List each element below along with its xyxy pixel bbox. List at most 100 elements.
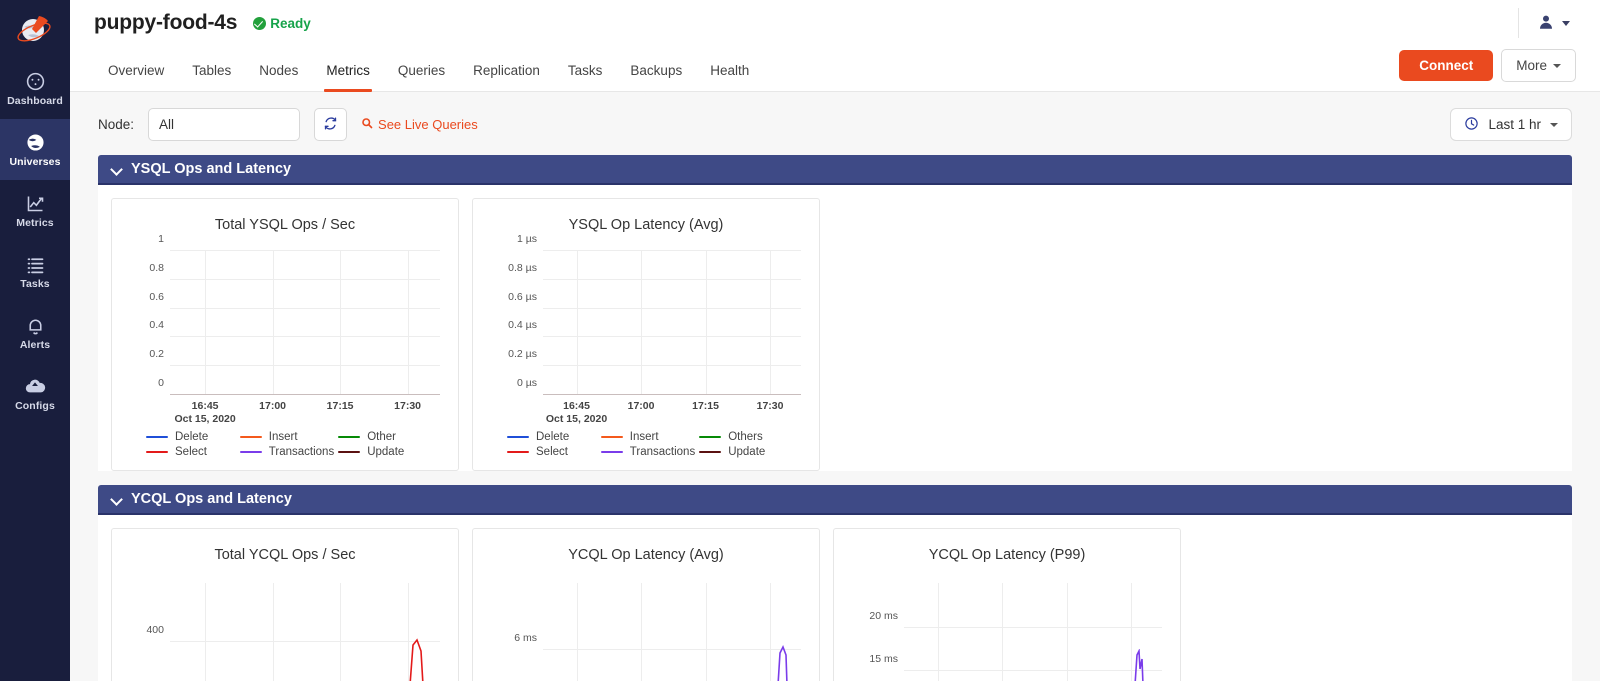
see-live-queries-link[interactable]: See Live Queries [361, 117, 478, 132]
user-avatar-icon [1537, 13, 1555, 34]
y-tick: 400 [146, 624, 164, 637]
sidebar-item-metrics[interactable]: Metrics [0, 180, 70, 241]
x-axis-line [543, 394, 801, 395]
sidebar-item-label: Metrics [16, 216, 54, 229]
sidebar-item-universes[interactable]: Universes [0, 119, 70, 180]
section-header-ysql[interactable]: YSQL Ops and Latency [98, 155, 1572, 185]
series-line-select [777, 645, 788, 681]
status-badge: Ready [253, 16, 311, 31]
cloud-upload-icon [24, 375, 46, 397]
legend-item-others[interactable]: Others [699, 431, 789, 443]
legend-item-delete[interactable]: Delete [507, 431, 597, 443]
tab-tables[interactable]: Tables [178, 63, 245, 91]
page-title: puppy-food-4s [94, 11, 238, 34]
legend-label: Delete [536, 431, 570, 443]
gauge-icon [25, 71, 46, 92]
y-tick: 1 [158, 233, 164, 245]
globe-icon [25, 132, 46, 153]
sidebar-item-configs[interactable]: Configs [0, 363, 70, 424]
legend-item-select[interactable]: Select [507, 446, 597, 458]
chart-total-ycql-ops[interactable]: 400 [122, 573, 448, 681]
x-tick: 17:15 [692, 400, 719, 412]
chart-legend: Delete Insert Others Select Transactions… [479, 421, 813, 462]
legend-label: Transactions [629, 446, 696, 458]
chevron-down-icon [1562, 20, 1570, 26]
tab-metrics[interactable]: Metrics [312, 63, 384, 92]
sidebar-item-label: Universes [9, 155, 61, 168]
legend-item-other[interactable]: Other [338, 431, 428, 443]
legend-item-insert[interactable]: Insert [600, 431, 695, 443]
plot-area: 20 ms 15 ms [869, 583, 1162, 681]
user-menu[interactable] [1537, 13, 1576, 34]
y-tick: 0.4 µs [508, 319, 537, 332]
node-select[interactable] [148, 108, 301, 141]
tab-health[interactable]: Health [696, 63, 763, 91]
tab-overview[interactable]: Overview [94, 63, 178, 91]
legend-item-select[interactable]: Select [146, 446, 236, 458]
sidebar-item-dashboard[interactable]: Dashboard [0, 58, 70, 119]
see-live-queries-label: See Live Queries [378, 117, 478, 132]
chart-title: Total YCQL Ops / Sec [214, 547, 356, 563]
legend-item-update[interactable]: Update [699, 446, 789, 458]
header-divider [1518, 8, 1519, 38]
tab-backups[interactable]: Backups [616, 63, 696, 91]
legend-label: Other [367, 431, 396, 443]
chart-total-ysql-ops[interactable]: 1 0.8 0.6 0.4 0.2 0 16:45 17:00 17:15 17… [122, 233, 448, 425]
chart-title: YCQL Op Latency (P99) [928, 547, 1086, 563]
legend-item-insert[interactable]: Insert [239, 431, 334, 443]
legend-item-delete[interactable]: Delete [146, 431, 236, 443]
metric-panel-ycql-latency-p99: YCQL Op Latency (P99) 20 ms 15 ms [833, 528, 1181, 681]
sidebar: Dashboard Universes Metrics Tasks Alerts… [0, 0, 70, 681]
y-tick: 0.2 [149, 348, 164, 361]
y-tick: 1 µs [516, 233, 537, 245]
tab-queries[interactable]: Queries [384, 63, 459, 91]
app-logo[interactable] [0, 0, 70, 58]
legend-label: Update [728, 446, 766, 458]
y-tick: 15 ms [869, 652, 898, 665]
x-tick: 16:45 [191, 400, 219, 412]
legend-item-update[interactable]: Update [338, 446, 428, 458]
universe-tabs: Overview Tables Nodes Metrics Queries Re… [70, 46, 1600, 92]
section-title: YCQL Ops and Latency [131, 491, 292, 507]
y-tick: 0.8 [149, 261, 164, 274]
node-label: Node: [98, 117, 135, 132]
refresh-button[interactable] [314, 108, 348, 141]
plot-area: 1 0.8 0.6 0.4 0.2 0 16:45 17:00 17:15 17… [149, 233, 440, 425]
section-body-ycql: Total YCQL Ops / Sec 400 YCQL Op Latency… [98, 515, 1572, 681]
chart-ycql-latency-p99[interactable]: 20 ms 15 ms [844, 573, 1170, 681]
metric-panel-ysql-latency-avg: YSQL Op Latency (Avg) 1 µs 0.8 µs 0.6 µs… [472, 198, 820, 471]
y-tick: 0 µs [516, 377, 537, 389]
plot-area: 400 [146, 583, 440, 681]
sidebar-item-label: Tasks [20, 277, 50, 290]
plot-area: 1 µs 0.8 µs 0.6 µs 0.4 µs 0.2 µs 0 µs 16… [508, 233, 801, 425]
tab-nodes[interactable]: Nodes [245, 63, 312, 91]
sidebar-item-tasks[interactable]: Tasks [0, 241, 70, 302]
chevron-down-icon [112, 164, 122, 174]
legend-label: Select [536, 446, 568, 458]
sidebar-item-label: Dashboard [7, 94, 63, 107]
section-header-ycql[interactable]: YCQL Ops and Latency [98, 485, 1572, 515]
section-ysql: YSQL Ops and Latency Total YSQL Ops / Se… [98, 155, 1572, 471]
section-ycql: YCQL Ops and Latency Total YCQL Ops / Se… [98, 485, 1572, 681]
connect-button[interactable]: Connect [1399, 50, 1494, 81]
x-axis-date: Oct 15, 2020 [174, 413, 236, 425]
legend-item-transactions[interactable]: Transactions [600, 446, 696, 458]
chevron-down-icon [1553, 63, 1561, 68]
chart-ysql-latency-avg[interactable]: 1 µs 0.8 µs 0.6 µs 0.4 µs 0.2 µs 0 µs 16… [483, 233, 809, 425]
chart-ycql-latency-avg[interactable]: 6 ms [483, 573, 809, 681]
sidebar-item-alerts[interactable]: Alerts [0, 302, 70, 363]
tab-replication[interactable]: Replication [459, 63, 554, 91]
x-tick: 17:30 [394, 400, 422, 412]
chart-legend: Delete Insert Other Select Transactions … [118, 421, 452, 462]
app-root: Dashboard Universes Metrics Tasks Alerts… [0, 0, 1600, 681]
y-tick: 0.4 [149, 319, 164, 332]
time-range-picker[interactable]: Last 1 hr [1450, 108, 1572, 141]
tab-tasks[interactable]: Tasks [554, 63, 617, 91]
legend-item-transactions[interactable]: Transactions [239, 446, 334, 458]
chart-title: YCQL Op Latency (Avg) [568, 547, 724, 563]
x-tick: 17:00 [627, 400, 655, 412]
series-line-select [1134, 649, 1144, 681]
list-icon [25, 254, 46, 275]
plot-area: 6 ms [514, 583, 801, 681]
more-button[interactable]: More [1501, 49, 1576, 82]
